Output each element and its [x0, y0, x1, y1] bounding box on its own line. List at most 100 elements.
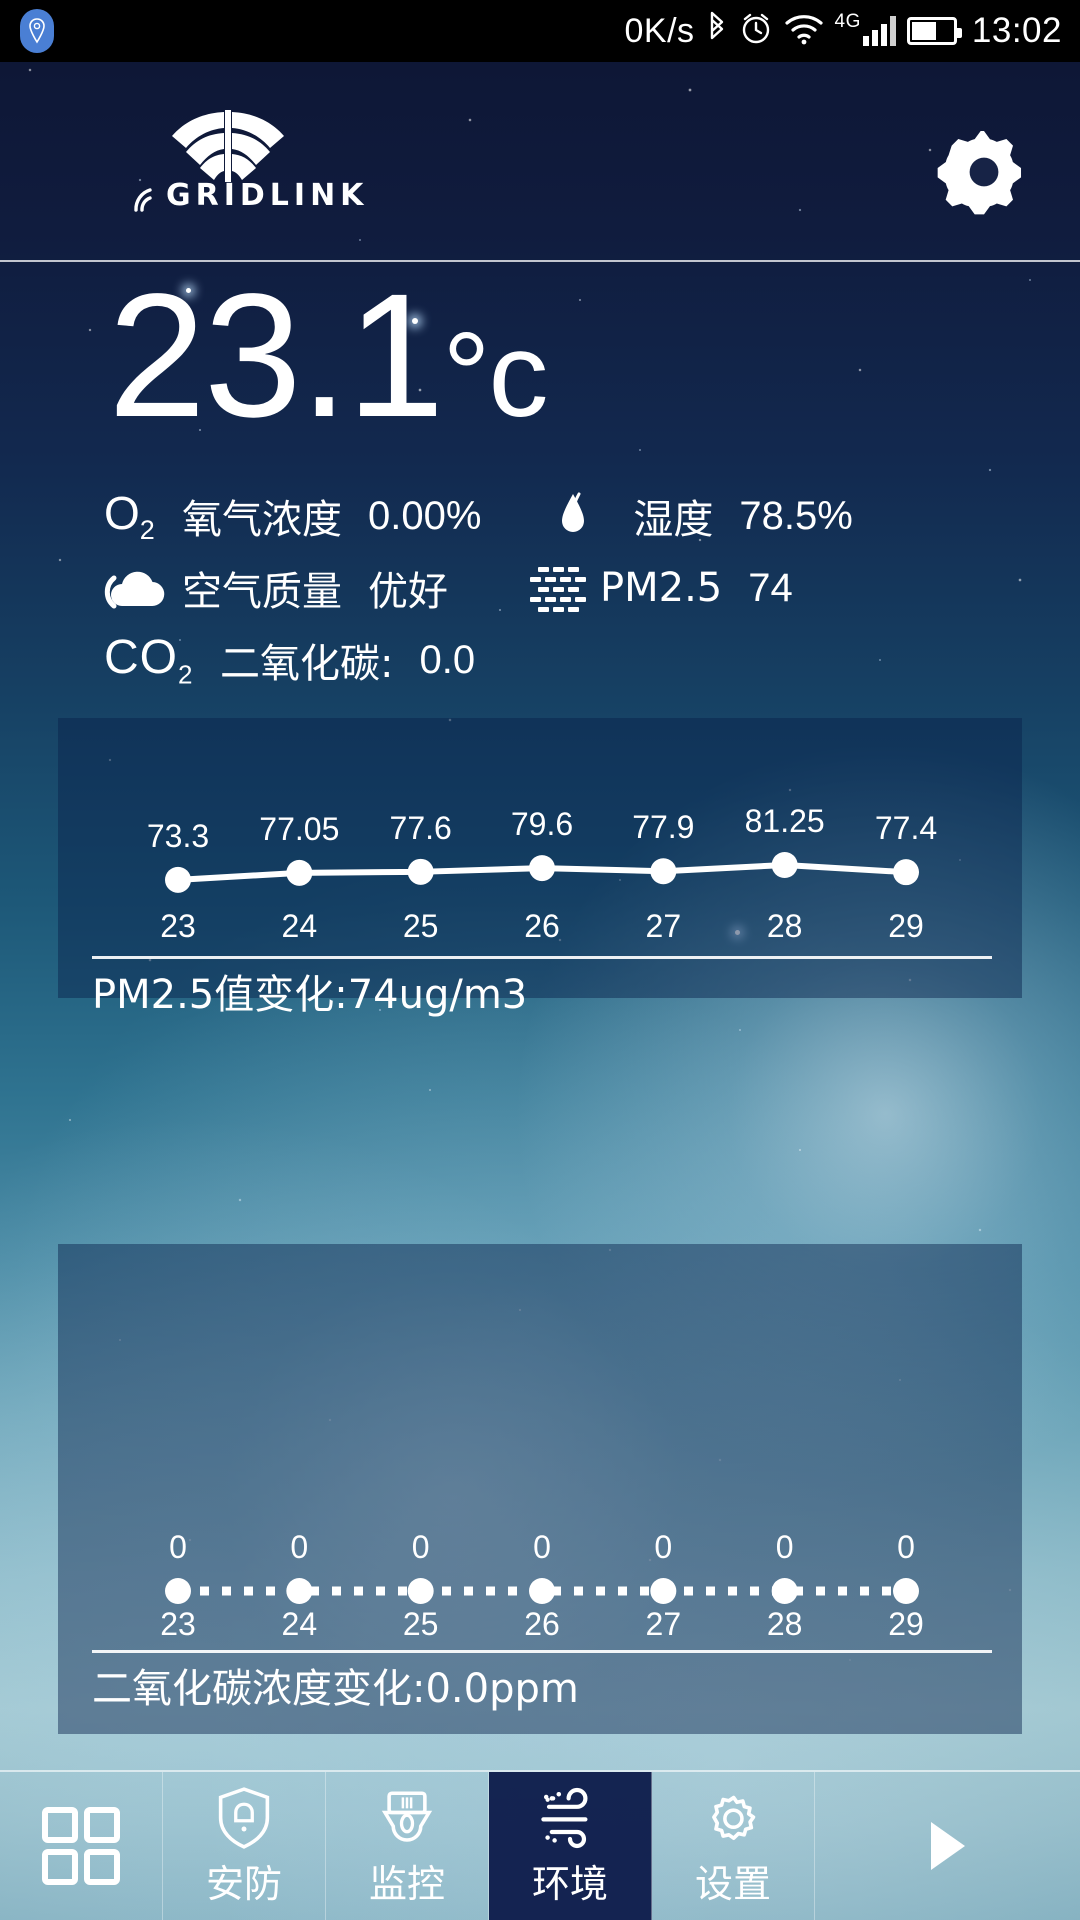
- co2-icon: CO2: [104, 630, 194, 690]
- data-point-label: 0: [533, 1529, 551, 1565]
- network-speed-text: 0K/s: [624, 11, 695, 50]
- nav-item-apps[interactable]: [0, 1772, 163, 1920]
- temperature-unit: °c: [442, 308, 549, 442]
- data-point: [650, 1578, 677, 1604]
- co2-label: 二氧化碳:: [220, 641, 394, 687]
- air-quality-value: 优好: [368, 570, 448, 614]
- humidity-label: 湿度: [633, 497, 714, 543]
- data-point: [286, 1578, 313, 1604]
- air-quality-readout: 空气质量 优好: [104, 559, 448, 617]
- data-point-label: 0: [897, 1529, 915, 1565]
- air-quality-label: 空气质量: [182, 569, 342, 615]
- nav-item-environment[interactable]: 环境: [489, 1772, 652, 1920]
- shield-alarm-icon: [213, 1785, 275, 1851]
- pm25-label: PM2.5: [600, 565, 723, 611]
- oxygen-value: 0.00%: [368, 493, 482, 538]
- status-bar-right: 0K/s 4G 13:02: [625, 11, 1080, 52]
- pm25-readout: PM2.5 74: [522, 563, 793, 613]
- data-point: [529, 1578, 555, 1604]
- nav-more-button[interactable]: [815, 1772, 1080, 1920]
- co2-value: 0.0: [419, 637, 476, 682]
- oxygen-label: 氧气浓度: [182, 497, 342, 543]
- data-point: [165, 866, 191, 893]
- data-point: [771, 852, 798, 878]
- data-point-label: 0: [775, 1529, 794, 1565]
- x-axis-tick: 23: [160, 908, 196, 944]
- nav-label-security: 安防: [205, 1861, 282, 1906]
- x-axis-tick: 24: [281, 1606, 318, 1642]
- co2-chart-panel[interactable]: 0 23 0 24 0 25 0 26 0 27 0 28 0 29 二氧化碳浓度变化:0.0ppm: [58, 1244, 1022, 1734]
- data-point-label: 0: [654, 1529, 673, 1565]
- x-axis-tick: 28: [766, 1606, 803, 1642]
- data-point: [529, 855, 555, 882]
- humidity-value: 78.5%: [739, 493, 853, 538]
- x-axis-tick: 29: [888, 1606, 924, 1642]
- nav-label-monitoring: 监控: [368, 1861, 445, 1906]
- x-axis-tick: 23: [160, 1606, 196, 1642]
- status-bar: 0K/s 4G 13:02: [0, 0, 1080, 62]
- wind-icon: [535, 1785, 605, 1851]
- temperature-display: 23.1°c: [0, 268, 1080, 444]
- battery-icon: [906, 17, 962, 45]
- data-point-label: 77.4: [874, 810, 938, 847]
- status-bar-left: [0, 9, 54, 53]
- gear-icon: [700, 1785, 766, 1851]
- signal-bars-icon: 4G: [835, 12, 896, 46]
- nav-label-environment: 环境: [531, 1861, 608, 1906]
- temperature-value: 23.1: [108, 258, 445, 454]
- data-point: [165, 1578, 191, 1604]
- nav-label-settings: 设置: [694, 1861, 771, 1906]
- data-point-label: 0: [290, 1529, 309, 1565]
- data-point: [407, 1578, 434, 1604]
- pm25-value: 74: [748, 565, 793, 610]
- wifi-icon: [784, 12, 824, 51]
- x-axis-tick: 27: [645, 908, 682, 944]
- nav-item-monitoring[interactable]: 监控: [326, 1772, 489, 1920]
- x-axis-tick: 27: [645, 1606, 682, 1642]
- settings-gear-button[interactable]: [936, 124, 1032, 220]
- data-point-label: 79.6: [510, 806, 574, 843]
- x-axis-tick: 28: [766, 908, 803, 944]
- location-pin-icon: [20, 9, 54, 53]
- app-screen: 0K/s 4G 13:02 GRIDLINK 23.1°c O2 氧气浓度 0.…: [0, 0, 1080, 1920]
- data-point: [650, 858, 677, 885]
- nav-item-settings[interactable]: 设置: [652, 1772, 815, 1920]
- pm25-chart-caption: PM2.5值变化:74ug/m3: [92, 972, 528, 1018]
- nav-item-security[interactable]: 安防: [163, 1772, 326, 1920]
- x-axis-tick: 26: [524, 908, 560, 944]
- x-axis-tick: 26: [524, 1606, 560, 1642]
- co2-readout: CO2 二氧化碳: 0.0: [104, 630, 475, 691]
- bottom-navigation: 安防 监控 环境 设置: [0, 1770, 1080, 1920]
- gear-icon: [937, 130, 1022, 215]
- mobile-network-label: 4G: [834, 11, 861, 32]
- x-axis-tick: 29: [888, 908, 924, 944]
- alarm-clock-icon: [739, 12, 773, 51]
- sensor-readouts: O2 氧气浓度 0.00% 湿度 78.5% 空气质量 优好 PM2.5 74 …: [0, 480, 1080, 696]
- humidity-readout: 湿度 78.5%: [555, 487, 853, 545]
- play-arrow-icon: [930, 1822, 965, 1870]
- humidity-drop-icon: [555, 489, 633, 543]
- data-point-label: 0: [169, 1529, 187, 1565]
- app-header: GRIDLINK: [0, 62, 1080, 262]
- bluetooth-icon: [706, 11, 728, 52]
- x-axis-tick: 25: [402, 908, 439, 944]
- clock-time: 13:02: [971, 11, 1062, 50]
- logo-signal-arc-icon: [132, 184, 166, 219]
- data-point: [893, 1578, 919, 1604]
- x-axis-tick: 25: [402, 1606, 439, 1642]
- o2-icon: O2: [104, 486, 155, 546]
- pm25-axis-line: [92, 956, 992, 959]
- sensor-row-1: O2 氧气浓度 0.00% 湿度 78.5%: [0, 480, 1080, 552]
- data-point-label: 0: [411, 1529, 430, 1565]
- gridlink-fan-logo: GRIDLINK: [128, 100, 378, 230]
- cctv-camera-icon: [374, 1785, 440, 1851]
- logo-text: GRIDLINK: [166, 178, 369, 213]
- grid-apps-icon: [33, 1807, 129, 1885]
- data-point-label: 77.05: [259, 810, 340, 847]
- pm25-chart-panel[interactable]: 73.3 23 77.05 24 77.6 25 79.6 26 77.9 27 81.25 28 77…: [58, 718, 1022, 1018]
- data-point: [286, 859, 313, 886]
- data-point-label: 81.25: [744, 803, 825, 839]
- co2-axis-line: [92, 1650, 992, 1653]
- data-point-label: 77.9: [632, 809, 695, 846]
- temperature-block: 23.1°c: [0, 268, 1080, 444]
